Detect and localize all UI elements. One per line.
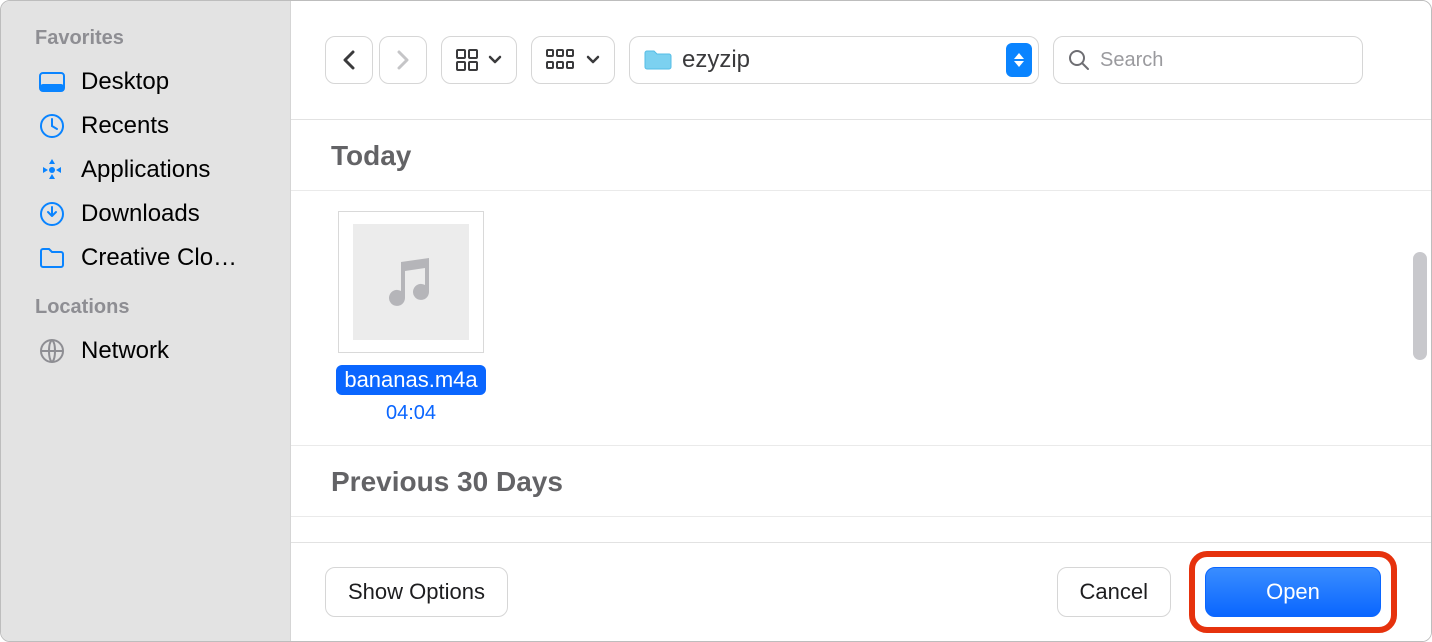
search-field[interactable]: Search: [1053, 36, 1363, 84]
sidebar-item-label: Creative Clo…: [81, 244, 237, 272]
sidebar-item-desktop[interactable]: Desktop: [1, 60, 290, 104]
sidebar-item-applications[interactable]: Applications: [1, 148, 290, 192]
chevron-down-icon: [488, 55, 502, 65]
file-duration-label: 04:04: [386, 402, 436, 424]
folder-icon: [35, 247, 69, 269]
download-icon: [35, 201, 69, 227]
file-item[interactable]: bananas.m4a 04:04: [331, 211, 491, 425]
location-label: ezyzip: [682, 46, 750, 74]
sidebar-item-network[interactable]: Network: [1, 329, 290, 373]
file-grid-today: bananas.m4a 04:04: [291, 191, 1431, 445]
folder-icon: [644, 49, 672, 71]
group-by-button[interactable]: [531, 36, 615, 84]
section-header-today: Today: [291, 120, 1431, 191]
nav-back-button[interactable]: [325, 36, 373, 84]
sidebar-item-recents[interactable]: Recents: [1, 104, 290, 148]
sidebar-item-label: Desktop: [81, 68, 169, 96]
main-panel: ezyzip Search Today: [291, 1, 1431, 641]
section-header-previous-30-days: Previous 30 Days: [291, 445, 1431, 517]
applications-icon: [35, 157, 69, 183]
clock-icon: [35, 113, 69, 139]
sidebar-item-creative-cloud[interactable]: Creative Clo…: [1, 236, 290, 280]
nav-buttons: [325, 36, 427, 84]
show-options-button[interactable]: Show Options: [325, 567, 508, 617]
desktop-icon: [35, 72, 69, 92]
highlight-annotation: Open: [1189, 551, 1397, 633]
sidebar-section-favorites: Favorites: [1, 11, 290, 60]
open-button[interactable]: Open: [1205, 567, 1381, 617]
location-popup-button[interactable]: ezyzip: [629, 36, 1039, 84]
chevron-down-icon: [586, 55, 600, 65]
sidebar-item-label: Network: [81, 337, 169, 365]
scrollbar-thumb[interactable]: [1413, 252, 1427, 360]
globe-icon: [35, 338, 69, 364]
view-icons-button[interactable]: [441, 36, 517, 84]
search-icon: [1068, 49, 1090, 71]
open-file-dialog: Favorites Desktop Recents Applications D…: [0, 0, 1432, 642]
sidebar-item-downloads[interactable]: Downloads: [1, 192, 290, 236]
sidebar: Favorites Desktop Recents Applications D…: [1, 1, 291, 641]
search-placeholder: Search: [1100, 49, 1163, 72]
toolbar: ezyzip Search: [291, 1, 1431, 120]
cancel-button[interactable]: Cancel: [1057, 567, 1171, 617]
group-icon: [546, 49, 576, 71]
location-sort-indicator: [1006, 43, 1032, 77]
music-note-icon: [379, 250, 443, 314]
sidebar-item-label: Applications: [81, 156, 210, 184]
grid-icon: [456, 49, 478, 71]
sidebar-item-label: Downloads: [81, 200, 200, 228]
nav-forward-button[interactable]: [379, 36, 427, 84]
file-name-label: bananas.m4a: [336, 365, 485, 395]
file-thumbnail: [338, 211, 484, 353]
action-bar: Show Options Cancel Open: [291, 542, 1431, 641]
sidebar-item-label: Recents: [81, 112, 169, 140]
sidebar-section-locations: Locations: [1, 280, 290, 329]
